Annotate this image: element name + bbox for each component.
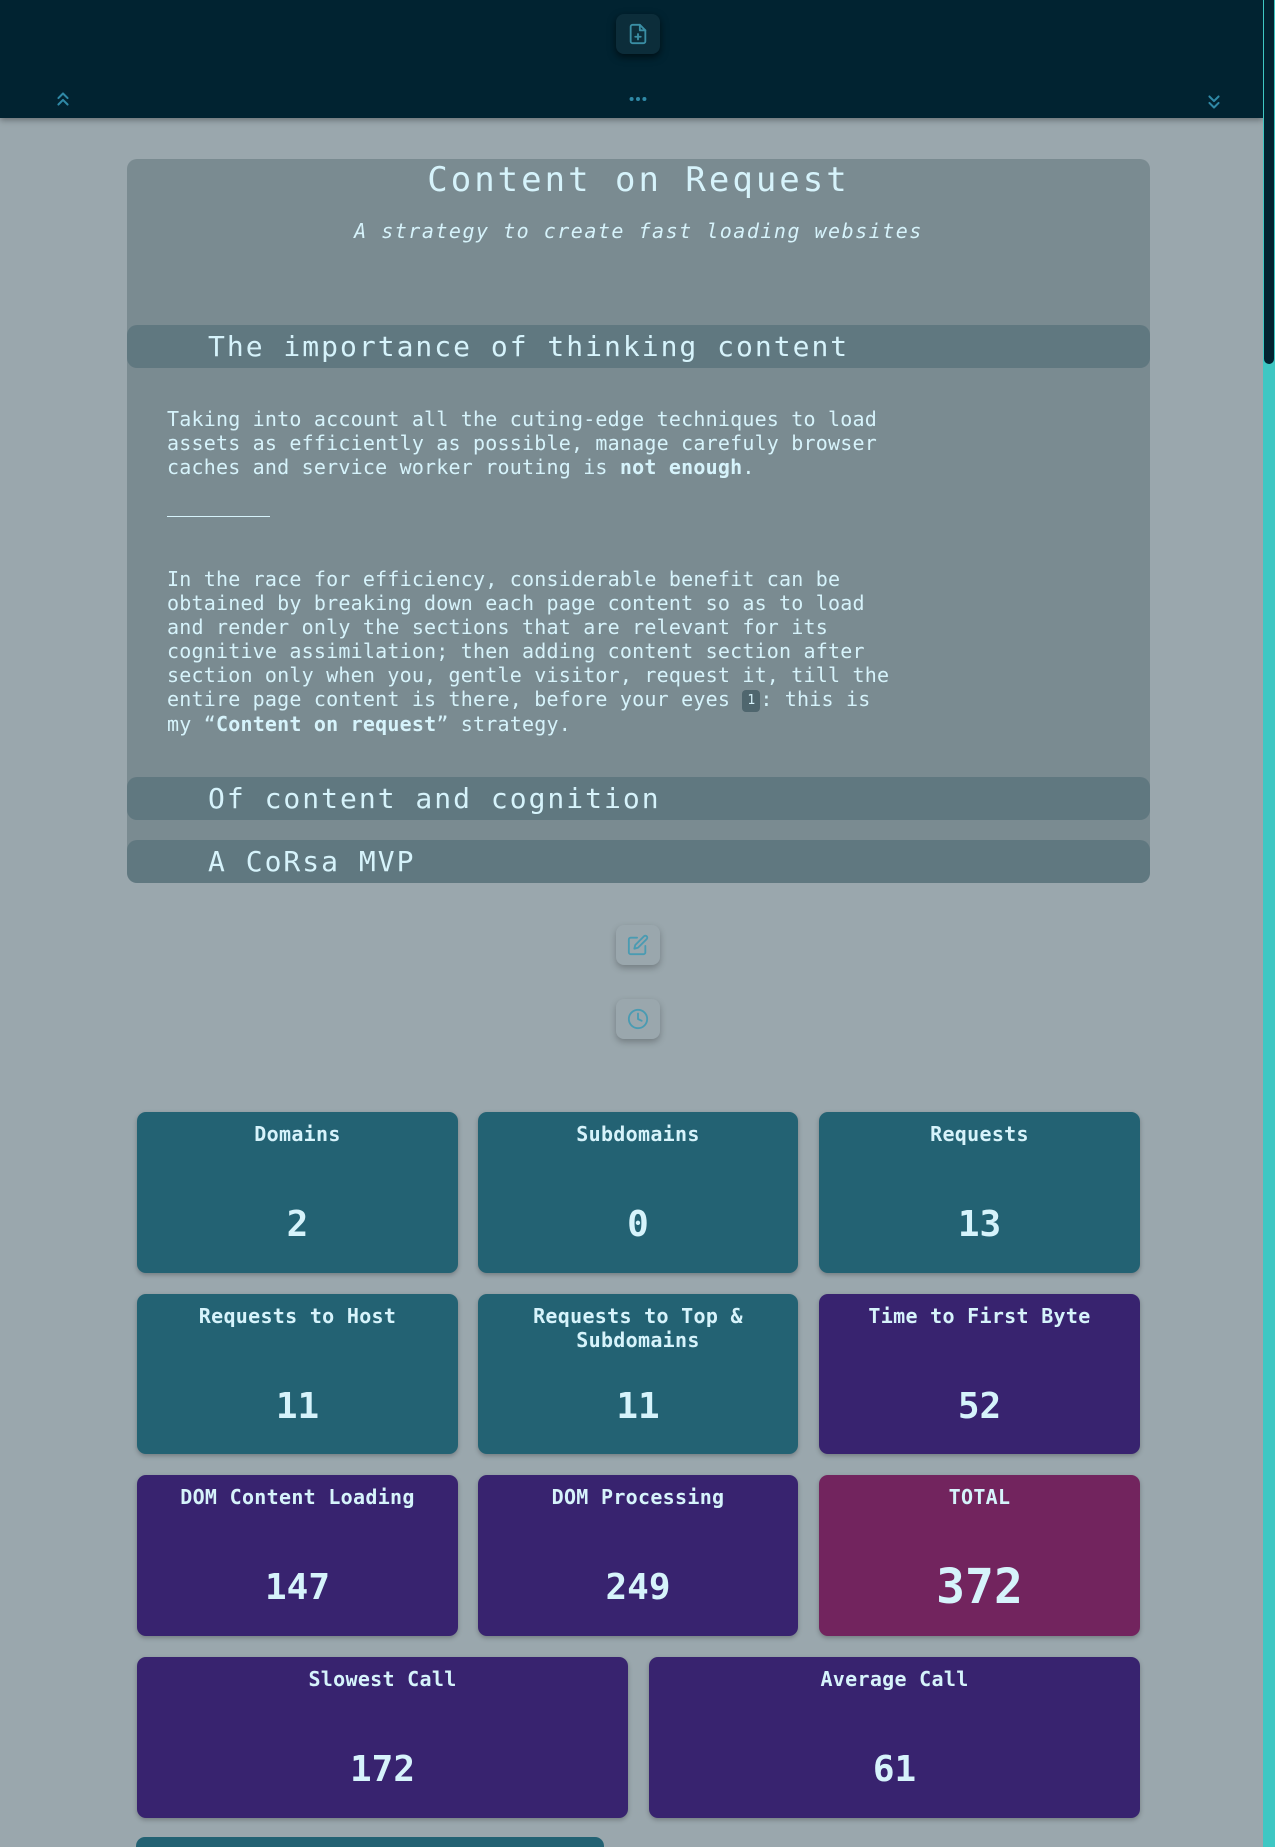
- metric-value: 172: [349, 1749, 416, 1790]
- text-span: entire page content is there, before you…: [167, 687, 743, 711]
- paragraph-race: In the race for efficiency, considerable…: [167, 567, 937, 736]
- section-heading-importance[interactable]: The importance of thinking content: [127, 325, 1150, 368]
- metric-value: 0: [627, 1204, 649, 1245]
- metric-label: Requests: [930, 1122, 1029, 1146]
- metric-label: Average Call: [820, 1667, 969, 1691]
- chevrons-down-icon: [1208, 95, 1220, 109]
- expand-all-button[interactable]: [1203, 91, 1225, 113]
- divider: [167, 516, 270, 517]
- paragraph-line: In the race for efficiency, considerable…: [167, 567, 841, 591]
- clock-icon: [627, 1008, 649, 1030]
- chevrons-up-icon: [57, 92, 69, 106]
- scrollbar-thumb[interactable]: [1264, 0, 1274, 364]
- text-span: ” strategy.: [436, 711, 571, 736]
- history-button[interactable]: [616, 999, 660, 1039]
- metric-card-subdomains: Subdomains 0: [478, 1112, 798, 1273]
- edit-icon: [627, 934, 649, 956]
- metric-card-average-call: Average Call 61: [649, 1657, 1140, 1818]
- metric-card-requests-to-top-subdomains: Requests to Top & Subdomains 11: [478, 1294, 798, 1454]
- metric-card-requests-to-host: Requests to Host 11: [137, 1294, 458, 1454]
- metric-value: 2: [286, 1204, 309, 1245]
- paragraph-line: caches and service worker routing is not…: [167, 455, 937, 479]
- paragraph-intro: Taking into account all the cuting-edge …: [167, 407, 937, 479]
- text-span: my “: [167, 711, 216, 736]
- paragraph-line: my “Content on request” strategy.: [167, 712, 937, 736]
- metric-label: Domains: [254, 1122, 341, 1146]
- metric-card-partial: [136, 1837, 604, 1847]
- metric-label: Subdomains: [576, 1122, 700, 1146]
- metric-card-slowest-call: Slowest Call 172: [137, 1657, 628, 1818]
- metric-value: 61: [872, 1749, 917, 1790]
- metric-value: 11: [616, 1386, 660, 1427]
- footnote-marker[interactable]: 1: [742, 689, 761, 712]
- section-heading-cognition[interactable]: Of content and cognition: [127, 777, 1150, 820]
- metric-value: 147: [264, 1567, 331, 1608]
- metric-value: 52: [957, 1386, 1002, 1427]
- paragraph-line: obtained by breaking down each page cont…: [167, 591, 865, 615]
- metric-label: TOTAL: [948, 1485, 1011, 1509]
- metric-label: Requests to Host: [198, 1304, 397, 1328]
- metric-value: 11: [275, 1386, 320, 1427]
- metric-label: DOM Processing: [551, 1485, 725, 1509]
- file-plus-icon: [629, 23, 647, 45]
- metric-label: Time to First Byte: [868, 1304, 1091, 1328]
- more-button[interactable]: [627, 88, 649, 110]
- metric-value: 13: [957, 1204, 1002, 1245]
- metric-card-time-to-first-byte: Time to First Byte 52: [819, 1294, 1140, 1454]
- collapse-all-button[interactable]: [52, 88, 74, 110]
- text-span: .: [742, 455, 755, 479]
- metric-label: Slowest Call: [308, 1667, 457, 1691]
- metric-card-total: TOTAL 372: [819, 1475, 1140, 1636]
- metric-card-requests: Requests 13: [819, 1112, 1140, 1273]
- section-heading-corsa-mvp[interactable]: A CoRsa MVP: [127, 840, 1150, 883]
- paragraph-line: entire page content is there, before you…: [167, 687, 937, 712]
- metric-card-dom-processing: DOM Processing 249: [478, 1475, 798, 1636]
- emphasis-text: not enough: [619, 455, 743, 479]
- paragraph-line: Taking into account all the cuting-edge …: [167, 407, 877, 431]
- text-span: : this is: [760, 687, 871, 711]
- new-document-button[interactable]: [616, 14, 660, 54]
- metric-card-dom-content-loading: DOM Content Loading 147: [137, 1475, 458, 1636]
- paragraph-line: cognitive assimilation; then adding cont…: [167, 639, 865, 663]
- article-title: Content on Request: [427, 160, 850, 200]
- paragraph-line: assets as efficiently as possible, manag…: [167, 431, 877, 455]
- metric-label: Requests to Top & Subdomains: [533, 1304, 743, 1352]
- emphasis-text: Content on request: [215, 711, 437, 736]
- paragraph-line: and render only the sections that are re…: [167, 615, 829, 639]
- metric-card-domains: Domains 2: [137, 1112, 458, 1273]
- edit-button[interactable]: [616, 925, 660, 965]
- metric-value: 249: [605, 1567, 671, 1608]
- metric-label: DOM Content Loading: [180, 1485, 415, 1509]
- metric-value: 372: [936, 1559, 1023, 1615]
- paragraph-line: section only when you, gentle visitor, r…: [167, 663, 890, 687]
- more-horizontal-icon: [629, 96, 647, 102]
- article-card: Content on Request A strategy to create …: [127, 159, 1150, 883]
- text-span: caches and service worker routing is: [167, 455, 620, 479]
- article-subtitle: A strategy to create fast loading websit…: [354, 219, 923, 243]
